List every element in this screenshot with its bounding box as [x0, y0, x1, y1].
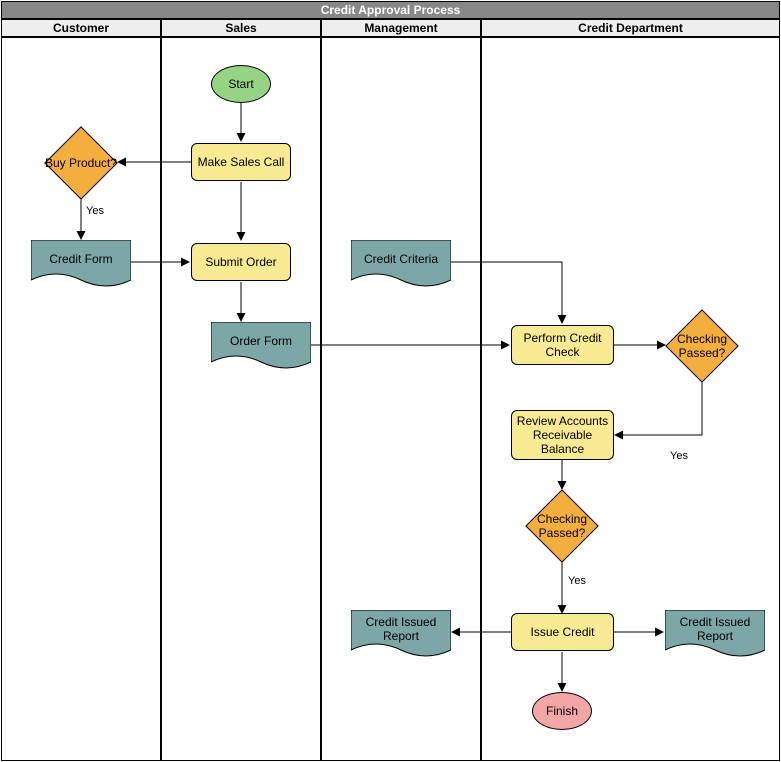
- review-ar-process: Review Accounts Receivable Balance: [511, 410, 614, 460]
- lane-header-customer: Customer: [1, 19, 161, 37]
- issue-credit-process: Issue Credit: [511, 613, 614, 651]
- credit-report-credit-document: Credit Issued Report: [665, 610, 765, 658]
- swimlane-diagram: Credit Approval Process Customer Sales M…: [0, 0, 781, 762]
- buy-product-decision: Buy Product?: [44, 126, 118, 200]
- start-node: Start: [211, 65, 271, 103]
- order-form-document: Order Form: [211, 322, 311, 370]
- perform-credit-check-process: Perform Credit Check: [511, 325, 614, 365]
- checking-passed-decision-2: Checking Passed?: [525, 489, 599, 563]
- credit-form-document: Credit Form: [31, 240, 131, 288]
- finish-node: Finish: [532, 692, 592, 730]
- lane-header-sales: Sales: [161, 19, 321, 37]
- diagram-title: Credit Approval Process: [1, 1, 780, 19]
- credit-criteria-document: Credit Criteria: [351, 240, 451, 288]
- make-sales-call-process: Make Sales Call: [191, 143, 291, 181]
- credit-report-mgmt-document: Credit Issued Report: [351, 610, 451, 658]
- edge-label-yes-2: Yes: [668, 450, 690, 462]
- lane-header-credit: Credit Department: [481, 19, 780, 37]
- edge-label-yes-3: Yes: [566, 575, 588, 587]
- edge-label-yes-1: Yes: [84, 205, 106, 217]
- lane-header-management: Management: [321, 19, 481, 37]
- submit-order-process: Submit Order: [191, 243, 291, 281]
- checking-passed-decision-1: Checking Passed?: [665, 309, 739, 383]
